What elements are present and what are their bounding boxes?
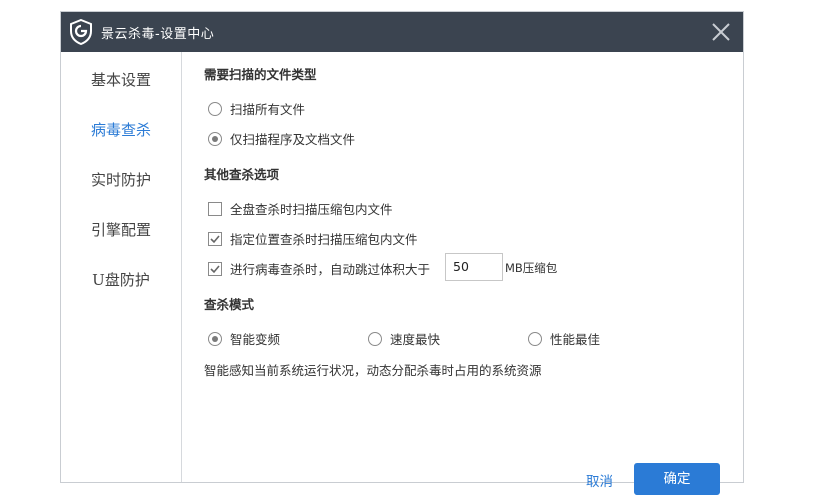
checkbox-custom-scan-archives[interactable]: 指定位置查杀时扫描压缩包内文件: [208, 229, 418, 248]
archive-size-input[interactable]: 50: [445, 253, 503, 281]
radio-label: 仅扫描程序及文档文件: [230, 132, 356, 147]
cancel-button[interactable]: 取消: [586, 470, 613, 490]
close-icon[interactable]: [709, 20, 733, 44]
archive-size-unit: MB压缩包: [505, 261, 558, 275]
radio-button-selected[interactable]: [208, 331, 222, 346]
radio-button[interactable]: [528, 331, 542, 346]
radio-scan-all-files[interactable]: 扫描所有文件: [208, 99, 305, 118]
section-heading-file-types: 需要扫描的文件类型: [204, 67, 317, 82]
settings-dialog: 景云杀毒-设置中心 基本设置 病毒查杀 实时防护 引擎配置 U盘防护 需要扫描的…: [61, 12, 743, 495]
title-bar: 景云杀毒-设置中心: [61, 12, 743, 52]
checkmark-icon: [210, 234, 220, 243]
settings-content: 需要扫描的文件类型 扫描所有文件 仅扫描程序及文档文件 其他查杀选项 全盘查杀时…: [182, 52, 743, 495]
scan-mode-description: 智能感知当前系统运行状况，动态分配杀毒时占用的系统资源: [204, 363, 542, 378]
radio-scan-programs-docs[interactable]: 仅扫描程序及文档文件: [208, 129, 355, 148]
sidebar-item-realtime-protection[interactable]: 实时防护: [61, 169, 181, 190]
checkmark-icon: [210, 264, 220, 273]
checkbox-skip-large-archives[interactable]: 进行病毒查杀时，自动跳过体积大于: [208, 259, 430, 278]
checkbox-checked[interactable]: [208, 261, 222, 276]
radio-button-selected[interactable]: [208, 131, 222, 146]
radio-button[interactable]: [368, 331, 382, 346]
radio-label: 智能变频: [230, 332, 281, 347]
radio-best-performance-mode[interactable]: 性能最佳: [528, 329, 600, 348]
checkbox-checked[interactable]: [208, 231, 222, 246]
sidebar-item-virus-scan[interactable]: 病毒查杀: [61, 119, 181, 140]
window-title: 景云杀毒-设置中心: [101, 27, 215, 42]
confirm-button[interactable]: 确定: [634, 463, 720, 495]
sidebar-item-basic-settings[interactable]: 基本设置: [61, 69, 181, 90]
sidebar: 基本设置 病毒查杀 实时防护 引擎配置 U盘防护: [61, 52, 182, 482]
radio-fastest-mode[interactable]: 速度最快: [368, 329, 440, 348]
checkbox-label: 全盘查杀时扫描压缩包内文件: [230, 202, 393, 217]
sidebar-item-engine-config[interactable]: 引擎配置: [61, 219, 181, 240]
radio-smart-mode[interactable]: 智能变频: [208, 329, 280, 348]
checkbox[interactable]: [208, 201, 222, 216]
shield-logo-icon: [70, 19, 92, 45]
section-heading-other-options: 其他查杀选项: [204, 167, 280, 182]
radio-label: 速度最快: [390, 332, 441, 347]
radio-button[interactable]: [208, 101, 222, 116]
checkbox-full-scan-archives[interactable]: 全盘查杀时扫描压缩包内文件: [208, 199, 393, 218]
radio-label: 扫描所有文件: [230, 102, 306, 117]
radio-label: 性能最佳: [550, 332, 601, 347]
checkbox-label: 进行病毒查杀时，自动跳过体积大于: [230, 262, 431, 277]
section-heading-scan-mode: 查杀模式: [204, 297, 255, 312]
sidebar-item-usb-protection[interactable]: U盘防护: [61, 269, 181, 290]
checkbox-label: 指定位置查杀时扫描压缩包内文件: [230, 232, 418, 247]
